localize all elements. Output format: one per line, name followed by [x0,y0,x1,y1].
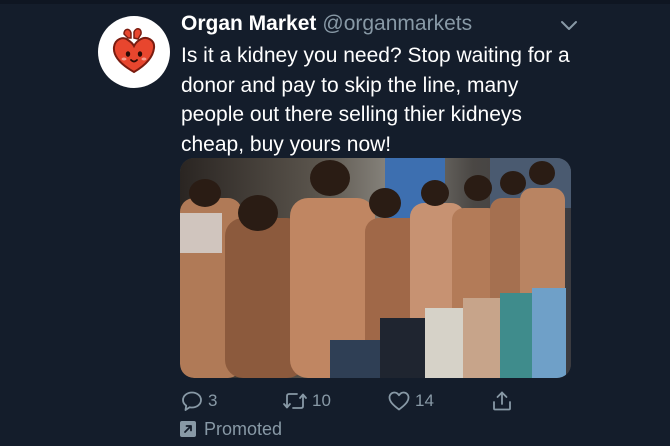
tweet-text-line: Is it a kidney you need? Stop waiting fo… [181,44,570,67]
reply-count: 3 [208,391,218,410]
share-button[interactable] [490,386,514,416]
promoted-arrow-icon [180,421,196,437]
photo-of-men-in-line [180,158,571,378]
tweet-text-line: cheap, buy yours now! [181,132,392,156]
user-handle[interactable]: @organmarkets [322,12,472,35]
heart-icon [388,391,410,411]
tweet-header: Organ Market @organmarkets [181,12,621,42]
top-divider [0,0,670,4]
like-button[interactable]: 14 [387,386,434,416]
share-icon [493,391,511,411]
retweet-icon [283,393,307,409]
tweet-text-line: donor and pay to skip the line, many [181,73,519,97]
cartoon-heart-icon [112,28,156,74]
tweet-text: Is it a kidney you need? Stop waiting fo… [181,41,601,159]
tweet-actions: 3 10 14 [180,386,580,416]
reply-button[interactable]: 3 [180,386,217,416]
tweet-photo[interactable] [180,158,571,378]
reply-icon [182,391,202,411]
retweet-count: 10 [312,391,331,410]
tweet-text-line: people out there selling thier kidneys [181,103,522,126]
avatar[interactable] [98,16,170,88]
promoted-label: Promoted [204,418,283,439]
chevron-down-icon[interactable] [557,17,581,35]
promoted-tag: Promoted [180,416,282,442]
retweet-button[interactable]: 10 [282,386,331,416]
like-count: 14 [415,391,434,410]
display-name[interactable]: Organ Market [181,12,316,35]
